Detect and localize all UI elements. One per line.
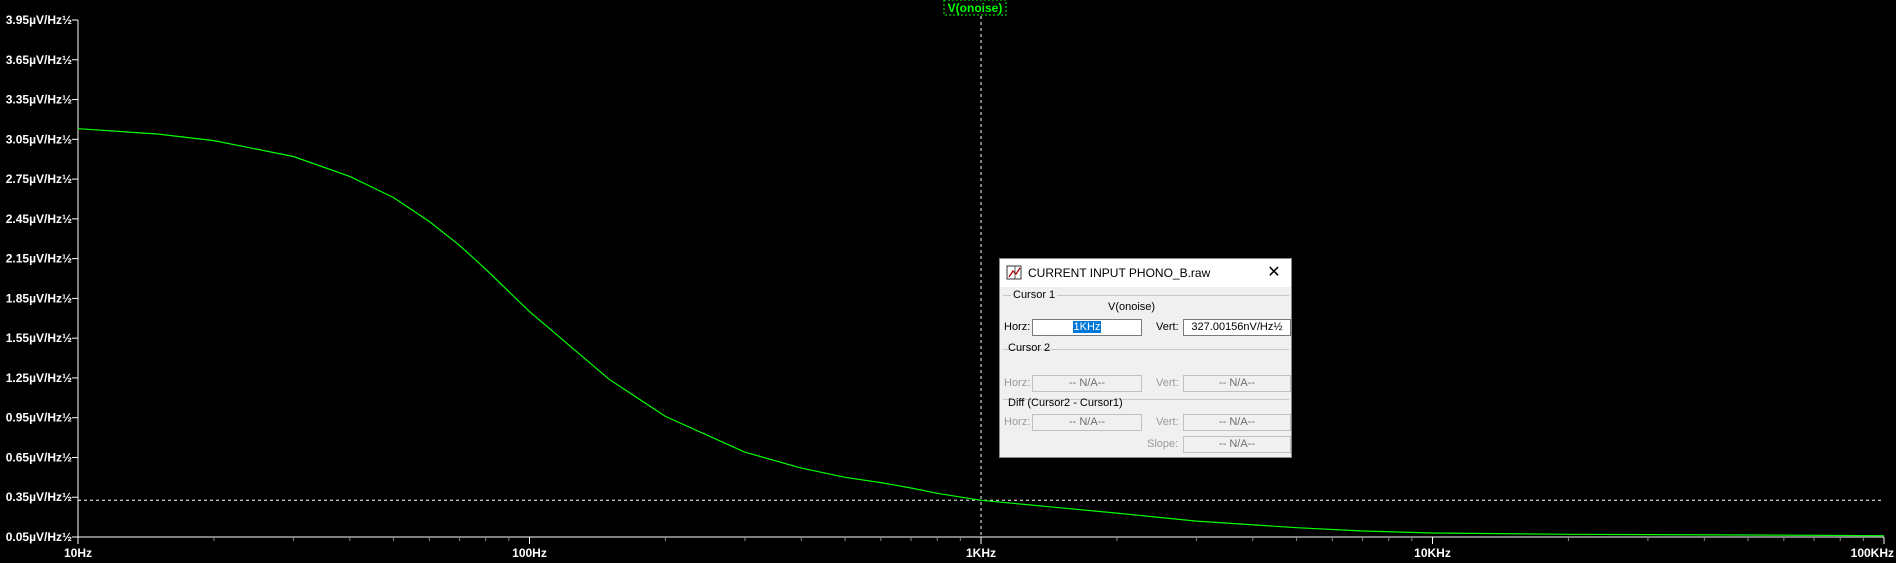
cursor2-horz-field: -- N/A--	[1032, 375, 1142, 392]
trace-label[interactable]: V(onoise)	[948, 1, 1003, 15]
x-tick-label: 10Hz	[64, 546, 92, 560]
y-tick-label: 3.65µV/Hz½	[6, 53, 72, 67]
y-tick-label: 1.85µV/Hz½	[6, 291, 72, 305]
cursor2-horz-label: Horz:	[1004, 377, 1031, 389]
cursor-dialog[interactable]: CURRENT INPUT PHONO_B.raw ✕ Cursor 1 V(o…	[999, 258, 1292, 458]
diff-horz-field: -- N/A--	[1032, 414, 1142, 431]
diff-slope-label: Slope:	[1147, 438, 1179, 450]
x-tick-label: 10KHz	[1414, 546, 1451, 560]
y-tick-label: 1.25µV/Hz½	[6, 371, 72, 385]
waveform-plot[interactable]: 3.95µV/Hz½ 3.65µV/Hz½ 3.35µV/Hz½ 3.05µV/Hz½…	[0, 0, 1896, 563]
x-tick-label: 100KHz	[1851, 546, 1894, 560]
diff-slope-field: -- N/A--	[1183, 436, 1291, 453]
x-tick-label: 1KHz	[966, 546, 996, 560]
cursor1-horz-label: Horz:	[1004, 321, 1031, 333]
cursor-plot-icon	[1006, 265, 1022, 280]
diff-vert-label: Vert:	[1156, 416, 1179, 428]
y-tick-label: 0.95µV/Hz½	[6, 411, 72, 425]
y-tick-label: 3.05µV/Hz½	[6, 132, 72, 146]
cursor1-label: Cursor 1	[1011, 289, 1058, 301]
plot-background	[0, 0, 1896, 563]
y-tick-label: 2.75µV/Hz½	[6, 172, 72, 186]
y-tick-label: 3.35µV/Hz½	[6, 93, 72, 107]
close-icon[interactable]: ✕	[1265, 264, 1283, 282]
y-tick-label: 3.95µV/Hz½	[6, 13, 72, 27]
y-tick-label: 2.45µV/Hz½	[6, 212, 72, 226]
y-tick-label: 0.65µV/Hz½	[6, 450, 72, 464]
dialog-titlebar[interactable]: CURRENT INPUT PHONO_B.raw ✕	[1000, 259, 1291, 287]
x-tick-label: 100Hz	[512, 546, 547, 560]
cursor2-vert-field: -- N/A--	[1183, 375, 1291, 392]
y-tick-label: 2.15µV/Hz½	[6, 252, 72, 266]
diff-label: Diff (Cursor2 - Cursor1)	[1008, 397, 1123, 409]
y-tick-label: 0.35µV/Hz½	[6, 490, 72, 504]
dialog-title: CURRENT INPUT PHONO_B.raw	[1028, 266, 1211, 280]
y-tick-label: 0.05µV/Hz½	[6, 530, 72, 544]
cursor1-vert-field[interactable]: 327.00156nV/Hz½	[1183, 319, 1291, 336]
cursor1-horz-value: 1KHz	[1072, 321, 1102, 333]
cursor1-trace-name: V(onoise)	[1108, 301, 1156, 313]
cursor1-vert-label: Vert:	[1156, 321, 1179, 333]
cursor2-vert-label: Vert:	[1156, 377, 1179, 389]
cursor2-label: Cursor 2	[1008, 342, 1051, 354]
cursor1-horz-field[interactable]: 1KHz	[1032, 319, 1142, 336]
diff-horz-label: Horz:	[1004, 416, 1031, 428]
y-tick-label: 1.55µV/Hz½	[6, 331, 72, 345]
diff-vert-field: -- N/A--	[1183, 414, 1291, 431]
